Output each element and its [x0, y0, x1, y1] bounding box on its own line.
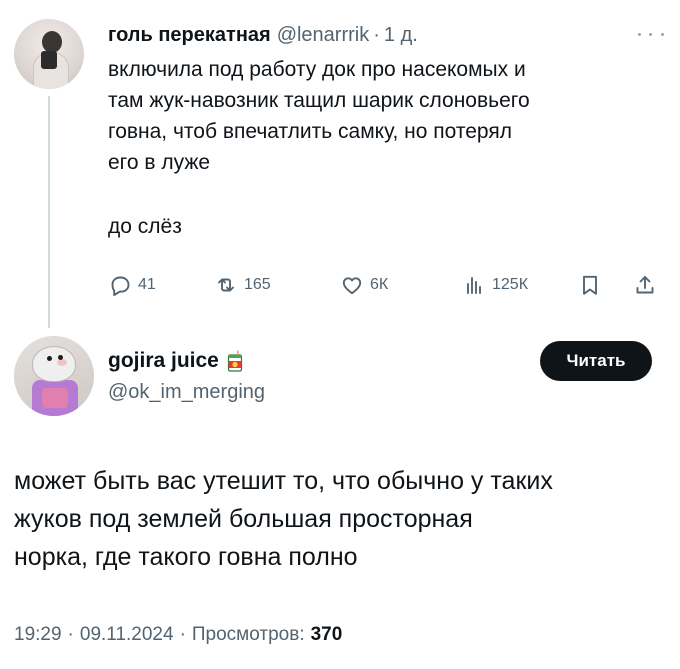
tweet1-text-tail: до слёз [108, 215, 182, 238]
tweet1-text-line: включила под работу док про насекомых и [108, 58, 526, 81]
heart-icon [342, 277, 362, 295]
tweet1-header: голь перекатная @lenarrrik · 1 д. [108, 22, 418, 48]
tweet1-text: включила под работу док про насекомых и … [108, 54, 653, 242]
meta-separator: · [67, 624, 74, 645]
tweet2-date[interactable]: 09.11.2024 [80, 624, 174, 646]
more-horizontal-icon[interactable] [634, 26, 668, 42]
reply-button[interactable]: 41 [108, 270, 156, 300]
tweet-screenshot: голь перекатная @lenarrrik · 1 д. включи… [0, 0, 680, 669]
tweet1-author-handle[interactable]: @lenarrrik [277, 24, 370, 47]
bookmark-button[interactable] [578, 270, 602, 300]
tweet1-text-line: говна, чтоб впечатлить самку, но потерял [108, 120, 512, 143]
views-bar-chart-icon [467, 277, 481, 294]
tweet1-time[interactable]: 1 д. [384, 24, 418, 47]
tweet2-time[interactable]: 19:29 [14, 624, 62, 646]
views-button[interactable]: 125К [462, 270, 528, 300]
avatar-golperekatnaya[interactable] [14, 19, 84, 89]
follow-button[interactable]: Читать [540, 341, 652, 381]
tweet2-text: может быть вас утешит то, что обычно у т… [14, 462, 674, 576]
tweet2-views-label: Просмотров: [191, 624, 305, 645]
reply-count: 41 [138, 276, 156, 293]
tweet2-text-line: может быть вас утешит то, что обычно у т… [14, 467, 553, 495]
like-count: 6К [370, 276, 389, 293]
tweet2-text-line: норка, где такого говна полно [14, 543, 358, 571]
retweet-count: 165 [244, 276, 271, 293]
thread-connector-line [48, 96, 50, 328]
tweet1-action-bar: 41 165 6К 125К [108, 270, 668, 300]
tweet2-author-name-row: gojira juice [108, 348, 243, 374]
tweet2-metadata: 19:29 · 09.11.2024 · Просмотров: 370 [14, 620, 342, 650]
tweet2-views-count[interactable]: 370 [311, 624, 343, 646]
tweet2-author-handle[interactable]: @ok_im_merging [108, 381, 265, 404]
tweet1-text-line: там жук-навозник тащил шарик слоновьего [108, 89, 530, 112]
meta-separator: · [179, 624, 186, 645]
tweet1-author-name[interactable]: голь перекатная [108, 24, 271, 47]
share-button[interactable] [633, 270, 657, 300]
tweet1-separator: · [373, 23, 380, 46]
retweet-button[interactable]: 165 [214, 270, 271, 300]
tweet2-text-line: жуков под землей большая просторная [14, 505, 473, 533]
juice-box-icon [227, 350, 243, 372]
like-button[interactable]: 6К [340, 270, 388, 300]
bookmark-icon [583, 275, 597, 295]
tweet2-author-name[interactable]: gojira juice [108, 349, 219, 373]
tweet1-text-line: его в луже [108, 151, 211, 174]
reply-icon [111, 276, 130, 296]
retweet-icon [218, 278, 234, 292]
views-count: 125К [492, 276, 529, 293]
avatar-gojirajuice[interactable] [14, 336, 94, 416]
share-icon [636, 276, 654, 294]
